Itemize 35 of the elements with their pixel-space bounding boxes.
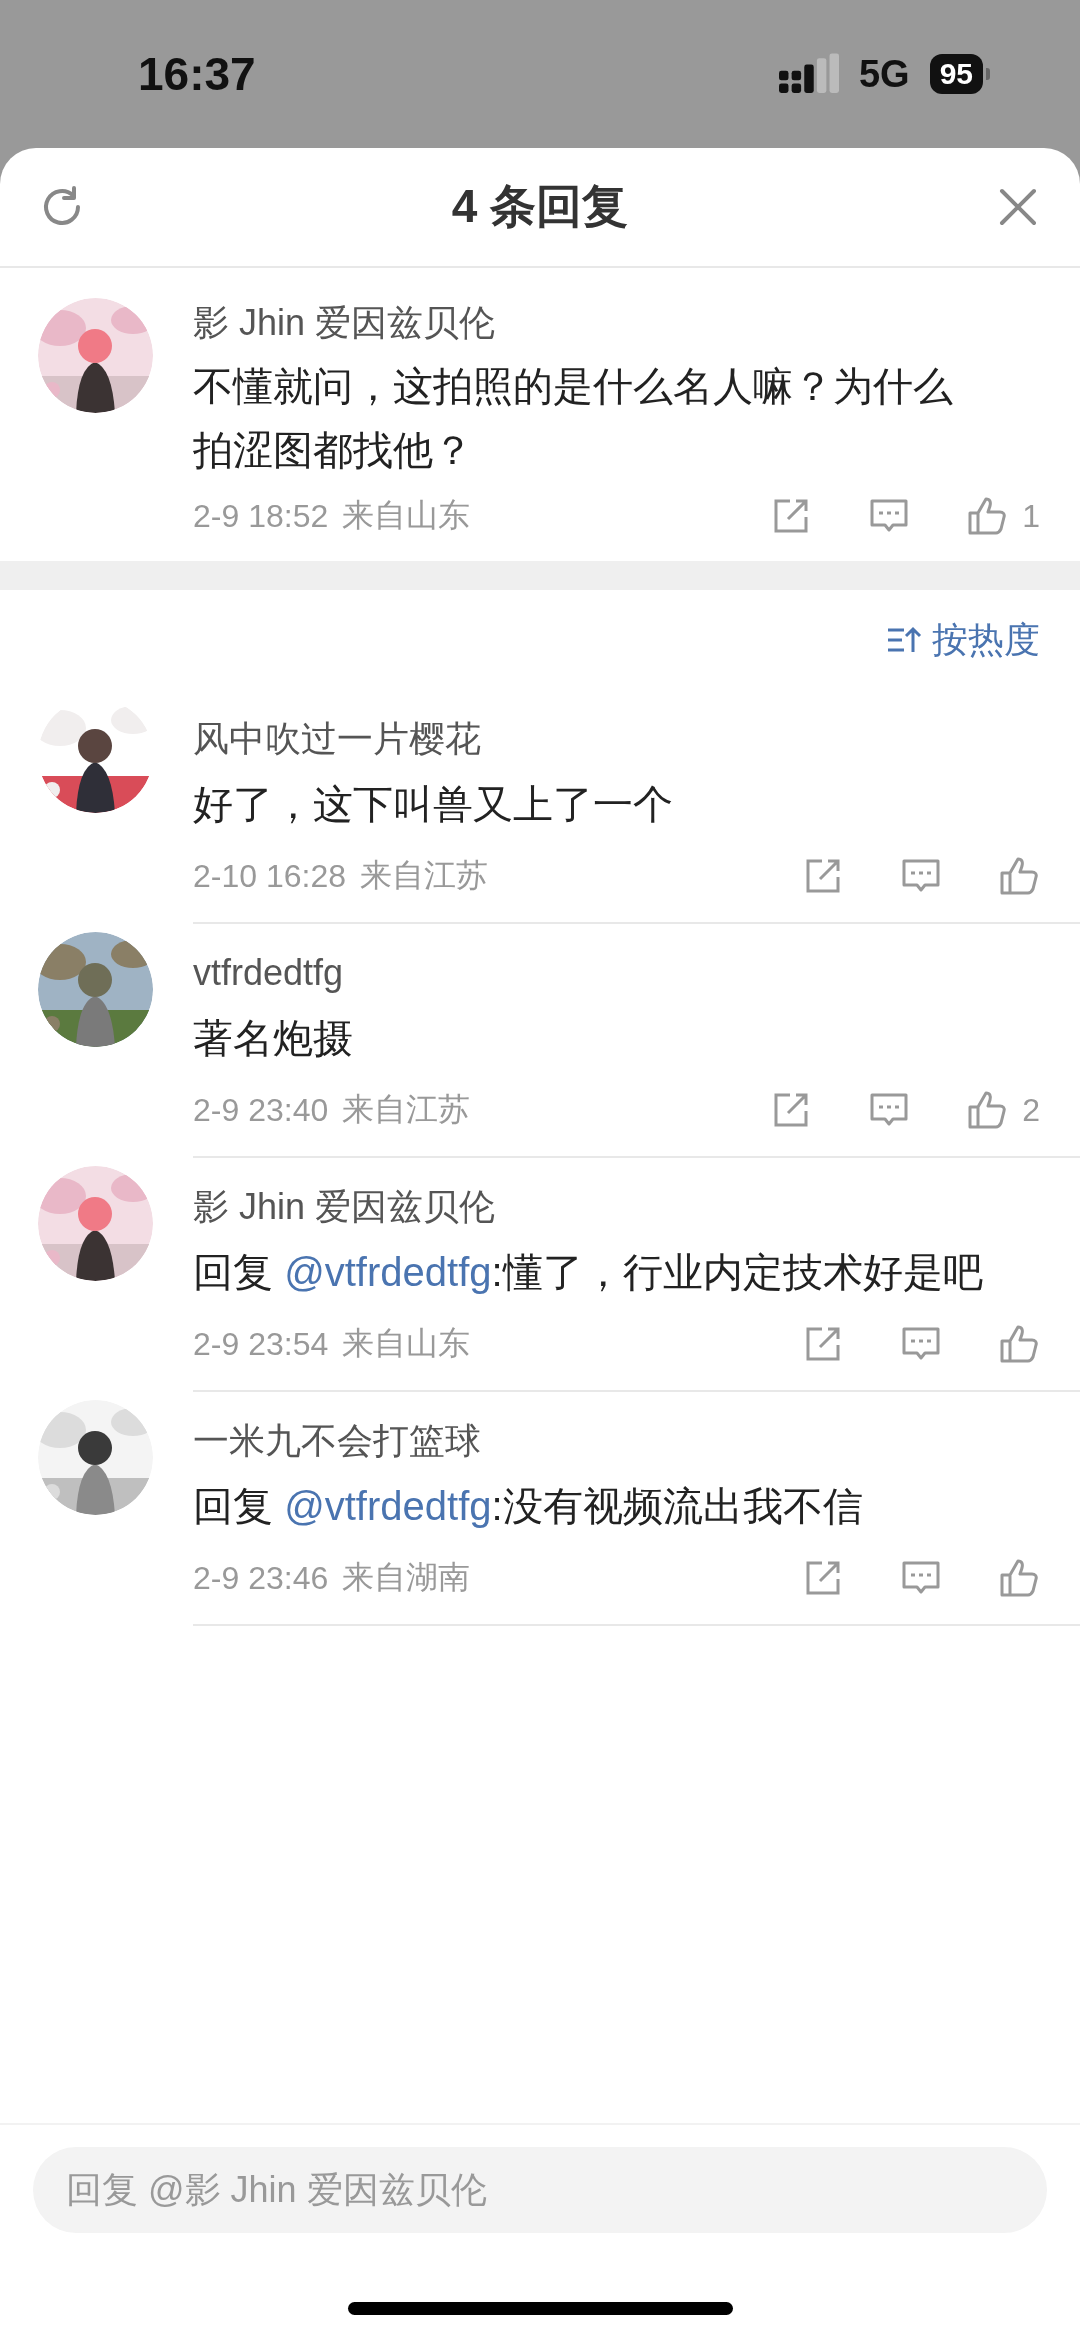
comment-location: 来自江苏	[360, 856, 488, 895]
username[interactable]: 一米九不会打篮球	[193, 1416, 1040, 1466]
signal-icon	[778, 53, 839, 95]
comment-time: 2-9 18:52	[193, 497, 329, 535]
comment-text: 回复 @vtfrdedtfg:没有视频流出我不信	[193, 1483, 864, 1530]
comment-text: 不懂就问，这拍照的是什么名人嘛？为什么拍涩图都找他？	[193, 363, 954, 474]
mention-link[interactable]: @vtfrdedtfg	[284, 1484, 492, 1528]
mention-link[interactable]: @vtfrdedtfg	[284, 1250, 492, 1294]
sort-button[interactable]: 按热度	[886, 615, 1040, 665]
comment-location: 来自山东	[342, 1324, 471, 1363]
reply-field[interactable]: 回复 @影 Jhin 爱因兹贝伦	[33, 2147, 1047, 2233]
thumbs-up-icon[interactable]	[966, 1089, 1009, 1131]
comment-location: 来自山东	[342, 496, 471, 535]
comment-time: 2-10 16:28	[193, 857, 346, 895]
comment-time: 2-9 23:40	[193, 1091, 329, 1129]
username[interactable]: 影 Jhin 爱因兹贝伦	[193, 298, 1040, 348]
like-count: 2	[1022, 1091, 1040, 1129]
username[interactable]: 风中吹过一片樱花	[193, 714, 1040, 764]
comment-text: 著名炮摄	[193, 1015, 354, 1062]
comment-time: 2-9 23:54	[193, 1325, 329, 1363]
thumbs-up-icon[interactable]	[998, 1323, 1040, 1365]
thumbs-up-icon[interactable]	[998, 855, 1040, 897]
comment-time: 2-9 23:46	[193, 1559, 329, 1597]
sheet-title: 4 条回复	[451, 179, 629, 234]
comment-text: 好了，这下叫兽又上了一个	[193, 781, 674, 828]
like-count: 1	[1022, 497, 1040, 535]
comment-text: 回复 @vtfrdedtfg:懂了，行业内定技术好是吧	[193, 1249, 984, 1296]
comment-location: 来自湖南	[342, 1558, 471, 1597]
status-time: 16:37	[138, 47, 256, 101]
username[interactable]: vtfrdedtfg	[193, 948, 1040, 998]
thumbs-up-icon[interactable]	[966, 495, 1009, 537]
thumbs-up-icon[interactable]	[998, 1557, 1040, 1599]
username[interactable]: 影 Jhin 爱因兹贝伦	[193, 1182, 1040, 1232]
comment-location: 来自江苏	[342, 1090, 471, 1129]
network-label: 5G	[858, 52, 910, 96]
